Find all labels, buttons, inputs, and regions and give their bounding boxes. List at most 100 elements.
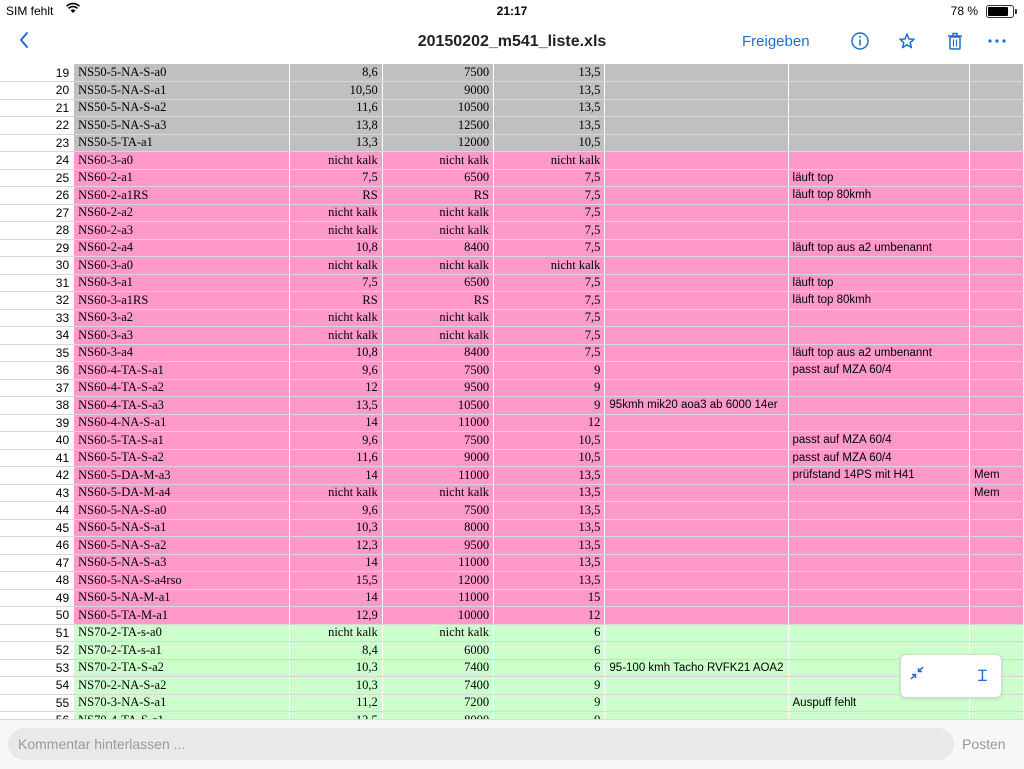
table-cell[interactable]: 12,3: [289, 536, 383, 555]
table-cell[interactable]: 13,5: [493, 81, 606, 100]
table-cell[interactable]: NS60-3-a1RS: [73, 291, 290, 310]
table-cell[interactable]: RS: [289, 186, 383, 205]
table-cell[interactable]: [788, 589, 971, 607]
table-cell[interactable]: RS: [382, 291, 495, 310]
table-cell[interactable]: 7,5: [493, 344, 606, 362]
table-cell[interactable]: [604, 711, 789, 719]
row-number[interactable]: 43: [0, 484, 75, 502]
table-cell[interactable]: [788, 571, 971, 590]
table-cell[interactable]: NS60-3-a3: [73, 326, 290, 345]
table-cell[interactable]: [788, 151, 971, 170]
more-icon[interactable]: [986, 30, 1008, 52]
table-cell[interactable]: [969, 396, 1024, 415]
table-cell[interactable]: [604, 694, 789, 712]
table-cell[interactable]: 10,3: [289, 519, 383, 537]
row-number[interactable]: 46: [0, 536, 75, 555]
table-cell[interactable]: [604, 571, 789, 590]
row-number[interactable]: 42: [0, 466, 75, 485]
table-cell[interactable]: NS60-5-DA-M-a4: [73, 484, 290, 502]
row-number[interactable]: 45: [0, 519, 75, 537]
table-cell[interactable]: 7200: [382, 694, 495, 712]
table-cell[interactable]: nicht kalk: [382, 326, 495, 345]
table-cell[interactable]: 13,5: [493, 571, 606, 590]
spreadsheet[interactable]: 19 NS50-5-NA-S-a0 8,6 7500 13,5 20 NS50-5-NA-S…: [0, 64, 1024, 719]
table-cell[interactable]: 12: [289, 379, 383, 397]
table-cell[interactable]: [969, 204, 1024, 222]
table-cell[interactable]: 10,50: [289, 81, 383, 100]
table-cell[interactable]: 13,8: [289, 116, 383, 135]
table-cell[interactable]: [788, 484, 971, 502]
table-cell[interactable]: 7500: [382, 64, 495, 82]
table-cell[interactable]: [604, 606, 789, 625]
table-cell[interactable]: NS60-5-NA-S-a3: [73, 554, 290, 572]
table-cell[interactable]: nicht kalk: [289, 151, 383, 170]
row-number[interactable]: 40: [0, 431, 75, 450]
table-cell[interactable]: 6500: [382, 169, 495, 187]
post-button[interactable]: Posten: [962, 736, 1006, 752]
table-cell[interactable]: NS60-4-TA-S-a2: [73, 379, 290, 397]
table-cell[interactable]: [788, 554, 971, 572]
table-cell[interactable]: [604, 169, 789, 187]
table-cell[interactable]: läuft top aus a2 umbenannt: [788, 344, 971, 362]
row-number[interactable]: 27: [0, 204, 75, 222]
table-cell[interactable]: 12,5: [289, 711, 383, 719]
table-cell[interactable]: 12000: [382, 134, 495, 152]
row-number[interactable]: 20: [0, 81, 75, 100]
table-cell[interactable]: [969, 519, 1024, 537]
table-cell[interactable]: 12,9: [289, 606, 383, 625]
table-cell[interactable]: [788, 309, 971, 327]
table-cell[interactable]: 95-100 kmh Tacho RVFK21 AOA2: [604, 659, 789, 677]
table-cell[interactable]: [604, 344, 789, 362]
table-cell[interactable]: [969, 536, 1024, 555]
row-number[interactable]: 31: [0, 274, 75, 292]
table-cell[interactable]: [969, 711, 1024, 719]
table-cell[interactable]: NS60-5-NA-S-a1: [73, 519, 290, 537]
table-cell[interactable]: nicht kalk: [289, 204, 383, 222]
table-cell[interactable]: [788, 221, 971, 240]
row-number[interactable]: 36: [0, 361, 75, 380]
info-icon[interactable]: [849, 30, 871, 52]
table-cell[interactable]: prüfstand 14PS mit H41: [788, 466, 971, 485]
table-cell[interactable]: 12: [493, 606, 606, 625]
table-cell[interactable]: 7,5: [493, 291, 606, 310]
table-cell[interactable]: NS60-5-NA-S-a4rso: [73, 571, 290, 590]
table-cell[interactable]: nicht kalk: [382, 221, 495, 240]
row-number[interactable]: 37: [0, 379, 75, 397]
row-number[interactable]: 54: [0, 676, 75, 695]
table-cell[interactable]: 9: [493, 694, 606, 712]
table-cell[interactable]: 7,5: [289, 169, 383, 187]
table-cell[interactable]: 9,6: [289, 431, 383, 450]
table-cell[interactable]: [788, 501, 971, 520]
table-cell[interactable]: NS60-3-a0: [73, 256, 290, 275]
table-cell[interactable]: nicht kalk: [382, 204, 495, 222]
table-cell[interactable]: [788, 116, 971, 135]
table-cell[interactable]: 10500: [382, 99, 495, 117]
table-cell[interactable]: 9000: [382, 81, 495, 100]
table-cell[interactable]: [604, 484, 789, 502]
table-cell[interactable]: 9: [493, 711, 606, 719]
table-cell[interactable]: [969, 186, 1024, 205]
table-cell[interactable]: 13,5: [493, 116, 606, 135]
table-cell[interactable]: 11000: [382, 589, 495, 607]
row-number[interactable]: 39: [0, 414, 75, 432]
row-number[interactable]: 25: [0, 169, 75, 187]
table-cell[interactable]: 7,5: [493, 239, 606, 257]
table-cell[interactable]: [604, 326, 789, 345]
table-cell[interactable]: [604, 116, 789, 135]
table-cell[interactable]: 6000: [382, 641, 495, 660]
table-cell[interactable]: Mem: [969, 466, 1024, 485]
table-cell[interactable]: 9,6: [289, 361, 383, 380]
table-cell[interactable]: [604, 291, 789, 310]
table-cell[interactable]: [969, 134, 1024, 152]
table-cell[interactable]: nicht kalk: [382, 624, 495, 642]
table-cell[interactable]: [604, 554, 789, 572]
row-number[interactable]: 52: [0, 641, 75, 660]
table-cell[interactable]: [969, 274, 1024, 292]
row-number[interactable]: 48: [0, 571, 75, 590]
row-number[interactable]: 30: [0, 256, 75, 275]
table-cell[interactable]: 9500: [382, 379, 495, 397]
table-cell[interactable]: 7,5: [493, 309, 606, 327]
table-cell[interactable]: NS70-3-NA-S-a1: [73, 694, 290, 712]
table-cell[interactable]: 8,6: [289, 64, 383, 82]
table-cell[interactable]: 13,5: [493, 554, 606, 572]
